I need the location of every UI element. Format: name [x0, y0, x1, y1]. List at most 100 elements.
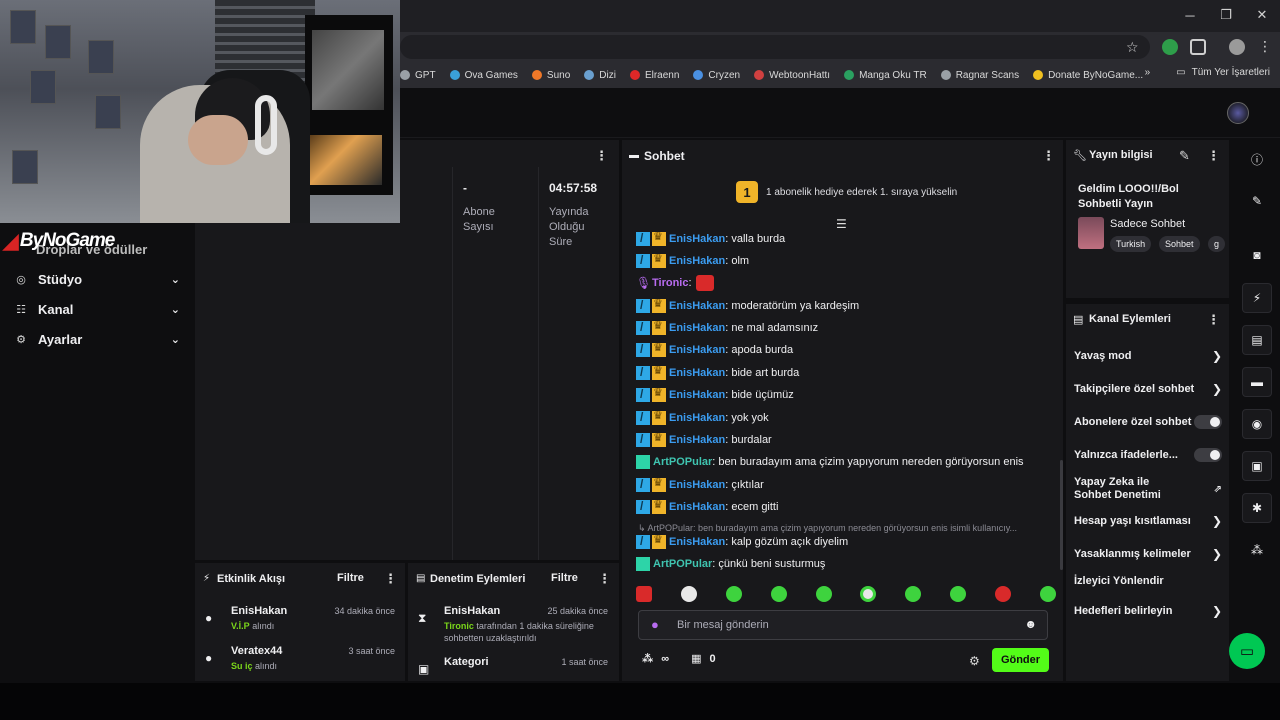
- chat-username[interactable]: EnisHakan: [669, 300, 725, 312]
- chat-message[interactable]: EnisHakan: apoda burda: [636, 341, 793, 359]
- browser-menu-icon[interactable]: ⋮: [1258, 38, 1272, 55]
- chat-username[interactable]: Tironic: [652, 277, 688, 289]
- emote-green-icon[interactable]: [815, 586, 832, 602]
- bookmark-item[interactable]: GPT: [400, 70, 436, 81]
- chat-message[interactable]: EnisHakan: bide üçümüz: [636, 386, 794, 404]
- emote-green-icon[interactable]: [725, 586, 742, 602]
- chat-scrollbar[interactable]: [1060, 460, 1063, 570]
- bookmark-item[interactable]: Dizi: [584, 70, 616, 81]
- chat-message[interactable]: EnisHakan: yok yok: [636, 409, 769, 427]
- filter-button[interactable]: Filtre: [337, 572, 364, 584]
- bookmark-item[interactable]: WebtoonHattı: [754, 70, 830, 81]
- minimize-icon[interactable]: ─: [1172, 0, 1208, 30]
- chat-message[interactable]: EnisHakan: kalp gözüm açık diyelim: [636, 533, 848, 551]
- stream-tag[interactable]: Sohbet: [1159, 236, 1200, 252]
- bookmark-item[interactable]: Donate ByNoGame...: [1033, 70, 1143, 81]
- url-field[interactable]: [400, 35, 1150, 59]
- action-ai-moderation[interactable]: Yapay Zeka ile Sohbet Denetimi ⇗: [1074, 476, 1222, 502]
- more-bookmarks-icon[interactable]: »: [1145, 67, 1151, 78]
- action-raid[interactable]: İzleyici Yönlendir: [1074, 575, 1222, 587]
- close-icon[interactable]: ✕: [1244, 0, 1280, 30]
- shield-extension-icon[interactable]: [1162, 39, 1178, 55]
- info-icon[interactable]: ⓘ: [1242, 144, 1272, 174]
- emote-green-icon[interactable]: [950, 586, 967, 602]
- emote-only-toggle[interactable]: [1194, 448, 1222, 462]
- emote-red-icon[interactable]: [995, 586, 1011, 602]
- bookmark-item[interactable]: Manga Oku TR: [844, 70, 927, 81]
- more-options-icon[interactable]: ⋮: [598, 571, 611, 587]
- action-followers-only[interactable]: Takipçilere özel sohbet ❯: [1074, 382, 1222, 396]
- chat-message[interactable]: EnisHakan: moderatörüm ya kardeşim: [636, 297, 859, 315]
- send-button[interactable]: Gönder: [992, 648, 1049, 672]
- emote-angry-icon[interactable]: [636, 586, 652, 602]
- chat-message[interactable]: EnisHakan: ecem gitti: [636, 498, 778, 516]
- action-account-age[interactable]: Hesap yaşı kısıtlaması ❯: [1074, 514, 1222, 528]
- points-icon[interactable]: ⁂: [1242, 535, 1272, 565]
- action-slow-mode[interactable]: Yavaş mod ❯: [1074, 349, 1222, 363]
- gift-icon[interactable]: ▦: [691, 652, 701, 665]
- category-name[interactable]: Sadece Sohbet: [1110, 218, 1185, 230]
- hype-banner[interactable]: 1 1 abonelik hediye ederek 1. sıraya yük…: [736, 181, 957, 203]
- clipboard-icon[interactable]: ▤: [1242, 325, 1272, 355]
- subscribers-only-toggle[interactable]: [1194, 415, 1222, 429]
- chat-message[interactable]: EnisHakan: bide art burda: [636, 364, 799, 382]
- more-options-icon[interactable]: ⋮: [1207, 148, 1220, 164]
- bookmark-item[interactable]: Cryzen: [693, 70, 740, 81]
- chat-message[interactable]: EnisHakan: olm: [636, 252, 749, 270]
- all-bookmarks[interactable]: » ▭ Tüm Yer İşaretleri: [1145, 67, 1270, 78]
- chat-message[interactable]: 🎙︎ Tironic:: [636, 274, 714, 292]
- stream-tag[interactable]: g: [1208, 236, 1226, 252]
- emoji-icon[interactable]: ☻: [1024, 617, 1037, 631]
- action-banned-words[interactable]: Yasaklanmış kelimeler ❯: [1074, 547, 1222, 561]
- points-icon[interactable]: ⁂: [642, 652, 653, 665]
- filter-button[interactable]: Filtre: [551, 572, 578, 584]
- chat-username[interactable]: EnisHakan: [669, 412, 725, 424]
- bookmark-item[interactable]: Elraenn: [629, 70, 679, 81]
- screenshot-icon[interactable]: ◙: [1242, 240, 1272, 270]
- bookmark-star-icon[interactable]: ☆: [1126, 39, 1139, 56]
- action-emote-only[interactable]: Yalnızca ifadelerle...: [1074, 448, 1222, 462]
- emote-eyes-icon[interactable]: [860, 586, 877, 602]
- chat-username[interactable]: EnisHakan: [669, 367, 725, 379]
- restore-icon[interactable]: ❐: [1208, 0, 1244, 30]
- stream-tag[interactable]: Turkish: [1110, 236, 1152, 252]
- sidebar-item-channel[interactable]: ☷ Kanal ⌄: [14, 298, 180, 320]
- profile-icon[interactable]: [1229, 39, 1245, 55]
- more-options-icon[interactable]: ⋮: [384, 571, 397, 587]
- chat-input[interactable]: [677, 616, 1017, 634]
- chat-filter-icon[interactable]: ☰: [836, 217, 847, 231]
- chat-username[interactable]: EnisHakan: [669, 344, 725, 356]
- chat-username[interactable]: ArtPOPular: [653, 558, 712, 570]
- chat-bubble-icon[interactable]: ▬: [1242, 367, 1272, 397]
- chat-username[interactable]: EnisHakan: [669, 434, 725, 446]
- chat-username[interactable]: EnisHakan: [669, 536, 725, 548]
- chat-username[interactable]: ArtPOPular: [653, 456, 712, 468]
- chat-username[interactable]: EnisHakan: [669, 389, 725, 401]
- edit-pencil-icon[interactable]: ✎: [1179, 148, 1190, 164]
- bookmark-item[interactable]: Ova Games: [449, 70, 518, 81]
- more-options-icon[interactable]: ⋮: [1207, 312, 1220, 328]
- chat-username[interactable]: EnisHakan: [669, 479, 725, 491]
- lightning-icon[interactable]: ⚡: [1242, 283, 1272, 313]
- sidebar-item-settings[interactable]: ⚙ Ayarlar ⌄: [14, 328, 180, 350]
- chat-message[interactable]: EnisHakan: çıktılar: [636, 476, 764, 494]
- chat-username[interactable]: EnisHakan: [669, 255, 725, 267]
- action-subscribers-only[interactable]: Abonelere özel sohbet: [1074, 415, 1222, 429]
- chat-username[interactable]: EnisHakan: [669, 233, 725, 245]
- chat-message[interactable]: EnisHakan: burdalar: [636, 431, 772, 449]
- avatar[interactable]: [1227, 102, 1249, 124]
- chat-settings-icon[interactable]: ⚙: [969, 654, 980, 668]
- support-chat-button[interactable]: ▭: [1229, 633, 1265, 669]
- chat-username[interactable]: EnisHakan: [669, 322, 725, 334]
- wrench-icon[interactable]: ✱: [1242, 493, 1272, 523]
- chat-message[interactable]: EnisHakan: valla burda: [636, 230, 785, 248]
- emote-green-icon[interactable]: [905, 586, 922, 602]
- extensions-puzzle-icon[interactable]: [1190, 39, 1206, 55]
- bookmark-item[interactable]: Suno: [531, 70, 570, 81]
- chat-username[interactable]: EnisHakan: [669, 501, 725, 513]
- more-options-icon[interactable]: ⋮: [595, 148, 608, 164]
- more-options-icon[interactable]: ⋮: [1042, 148, 1055, 164]
- broadcast-icon[interactable]: ◉: [1242, 409, 1272, 439]
- chat-message[interactable]: ArtPOPular: çünkü beni susturmuş: [636, 555, 825, 573]
- action-goals[interactable]: Hedefleri belirleyin ❯: [1074, 604, 1222, 618]
